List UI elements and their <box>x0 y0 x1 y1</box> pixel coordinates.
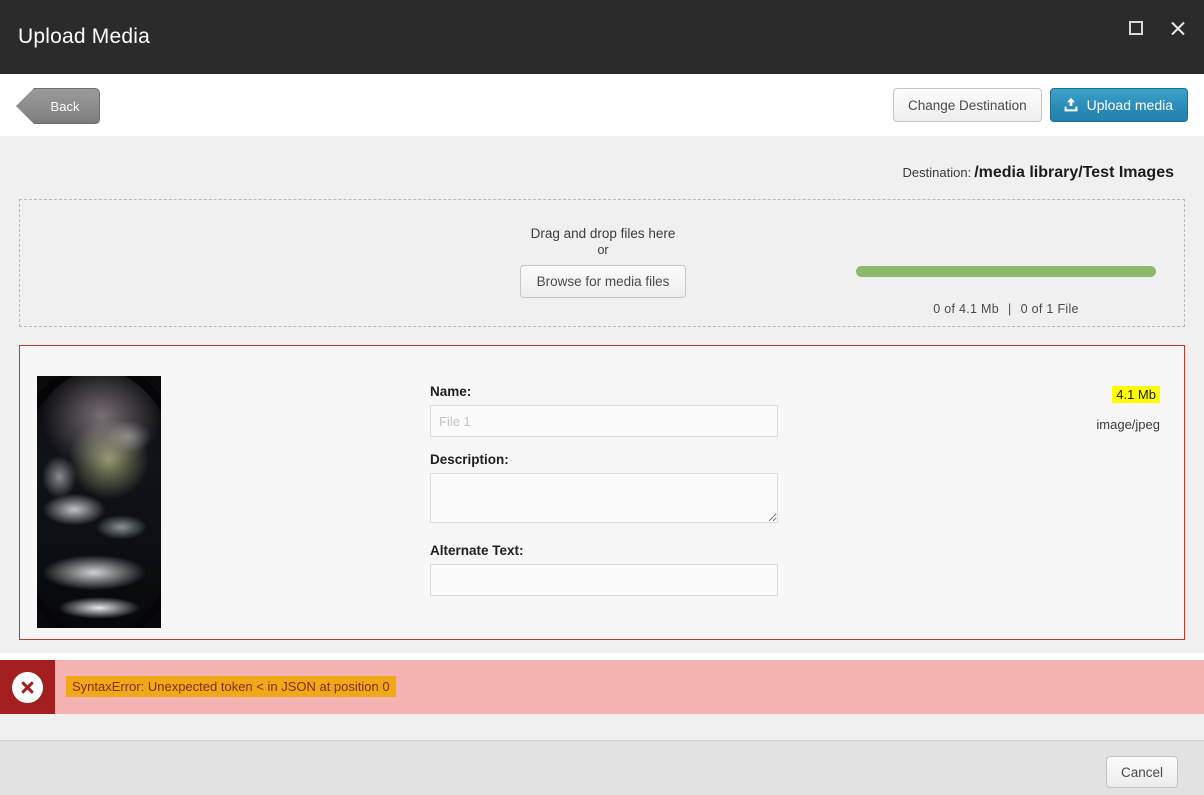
close-error-icon <box>12 671 43 703</box>
change-destination-label: Change Destination <box>908 97 1027 113</box>
dropzone-drag-text: Drag and drop files here <box>530 226 676 241</box>
file-mime-type: image/jpeg <box>1096 417 1160 432</box>
thumbnail-vignette <box>37 376 161 628</box>
earth-from-space-thumbnail <box>37 376 161 628</box>
destination-label: Destination: <box>902 165 972 180</box>
progress-separator: | <box>1008 302 1012 316</box>
upload-media-button[interactable]: Upload media <box>1049 88 1188 122</box>
description-field-label: Description: <box>430 452 509 467</box>
alternate-text-input[interactable] <box>430 564 778 596</box>
description-textarea[interactable] <box>430 473 778 523</box>
field-spacer <box>430 437 780 452</box>
progress-files-text: 0 of 1 File <box>1020 302 1079 316</box>
field-spacer <box>430 528 780 543</box>
maximize-button[interactable] <box>1122 14 1150 42</box>
upload-content-area: Destination:/media library/Test Images D… <box>0 136 1204 653</box>
error-banner: SyntaxError: Unexpected token < in JSON … <box>0 660 1204 714</box>
file-dropzone[interactable]: Drag and drop files here or Browse for m… <box>19 199 1185 327</box>
upload-media-label: Upload media <box>1086 97 1173 113</box>
name-field-label: Name: <box>430 384 472 399</box>
back-button-label: Back <box>50 98 80 114</box>
window-titlebar: Upload Media <box>0 0 1204 74</box>
cancel-button[interactable]: Cancel <box>1106 756 1178 788</box>
browse-media-files-button[interactable]: Browse for media files <box>519 265 687 298</box>
file-metadata-fields: Name: Description: Alternate Text: <box>430 384 780 596</box>
file-meta-info: 4.1 Mb image/jpeg <box>980 386 1160 432</box>
upload-progress-area: 0 of 4.1 Mb | 0 of 1 File <box>852 266 1160 316</box>
toolbar-actions: Change Destination Upload media <box>893 88 1188 122</box>
error-dismiss-button[interactable] <box>0 660 55 714</box>
destination-line: Destination:/media library/Test Images <box>903 164 1174 182</box>
progress-bytes-text: 0 of 4.1 Mb <box>933 302 1000 316</box>
file-card: Name: Description: Alternate Text: 4.1 M… <box>19 345 1185 640</box>
destination-path: /media library/Test Images <box>974 164 1174 181</box>
error-message: SyntaxError: Unexpected token < in JSON … <box>66 676 396 697</box>
upload-progress-stats: 0 of 4.1 Mb | 0 of 1 File <box>852 302 1160 316</box>
close-button[interactable] <box>1164 14 1192 42</box>
dialog-footer: Cancel <box>0 740 1204 795</box>
back-button[interactable]: Back <box>16 88 100 124</box>
upload-progress-bar <box>856 266 1156 277</box>
upload-icon <box>1064 97 1078 112</box>
name-input[interactable] <box>430 405 778 437</box>
close-icon <box>1169 19 1187 37</box>
content-bottom-strip <box>0 714 1204 740</box>
window-title: Upload Media <box>18 25 150 48</box>
window-controls <box>1122 14 1192 42</box>
alternate-text-field-label: Alternate Text: <box>430 543 524 558</box>
file-size-badge: 4.1 Mb <box>1112 386 1160 403</box>
maximize-icon <box>1129 21 1143 35</box>
dropzone-or-text: or <box>597 243 609 257</box>
change-destination-button[interactable]: Change Destination <box>893 88 1042 122</box>
